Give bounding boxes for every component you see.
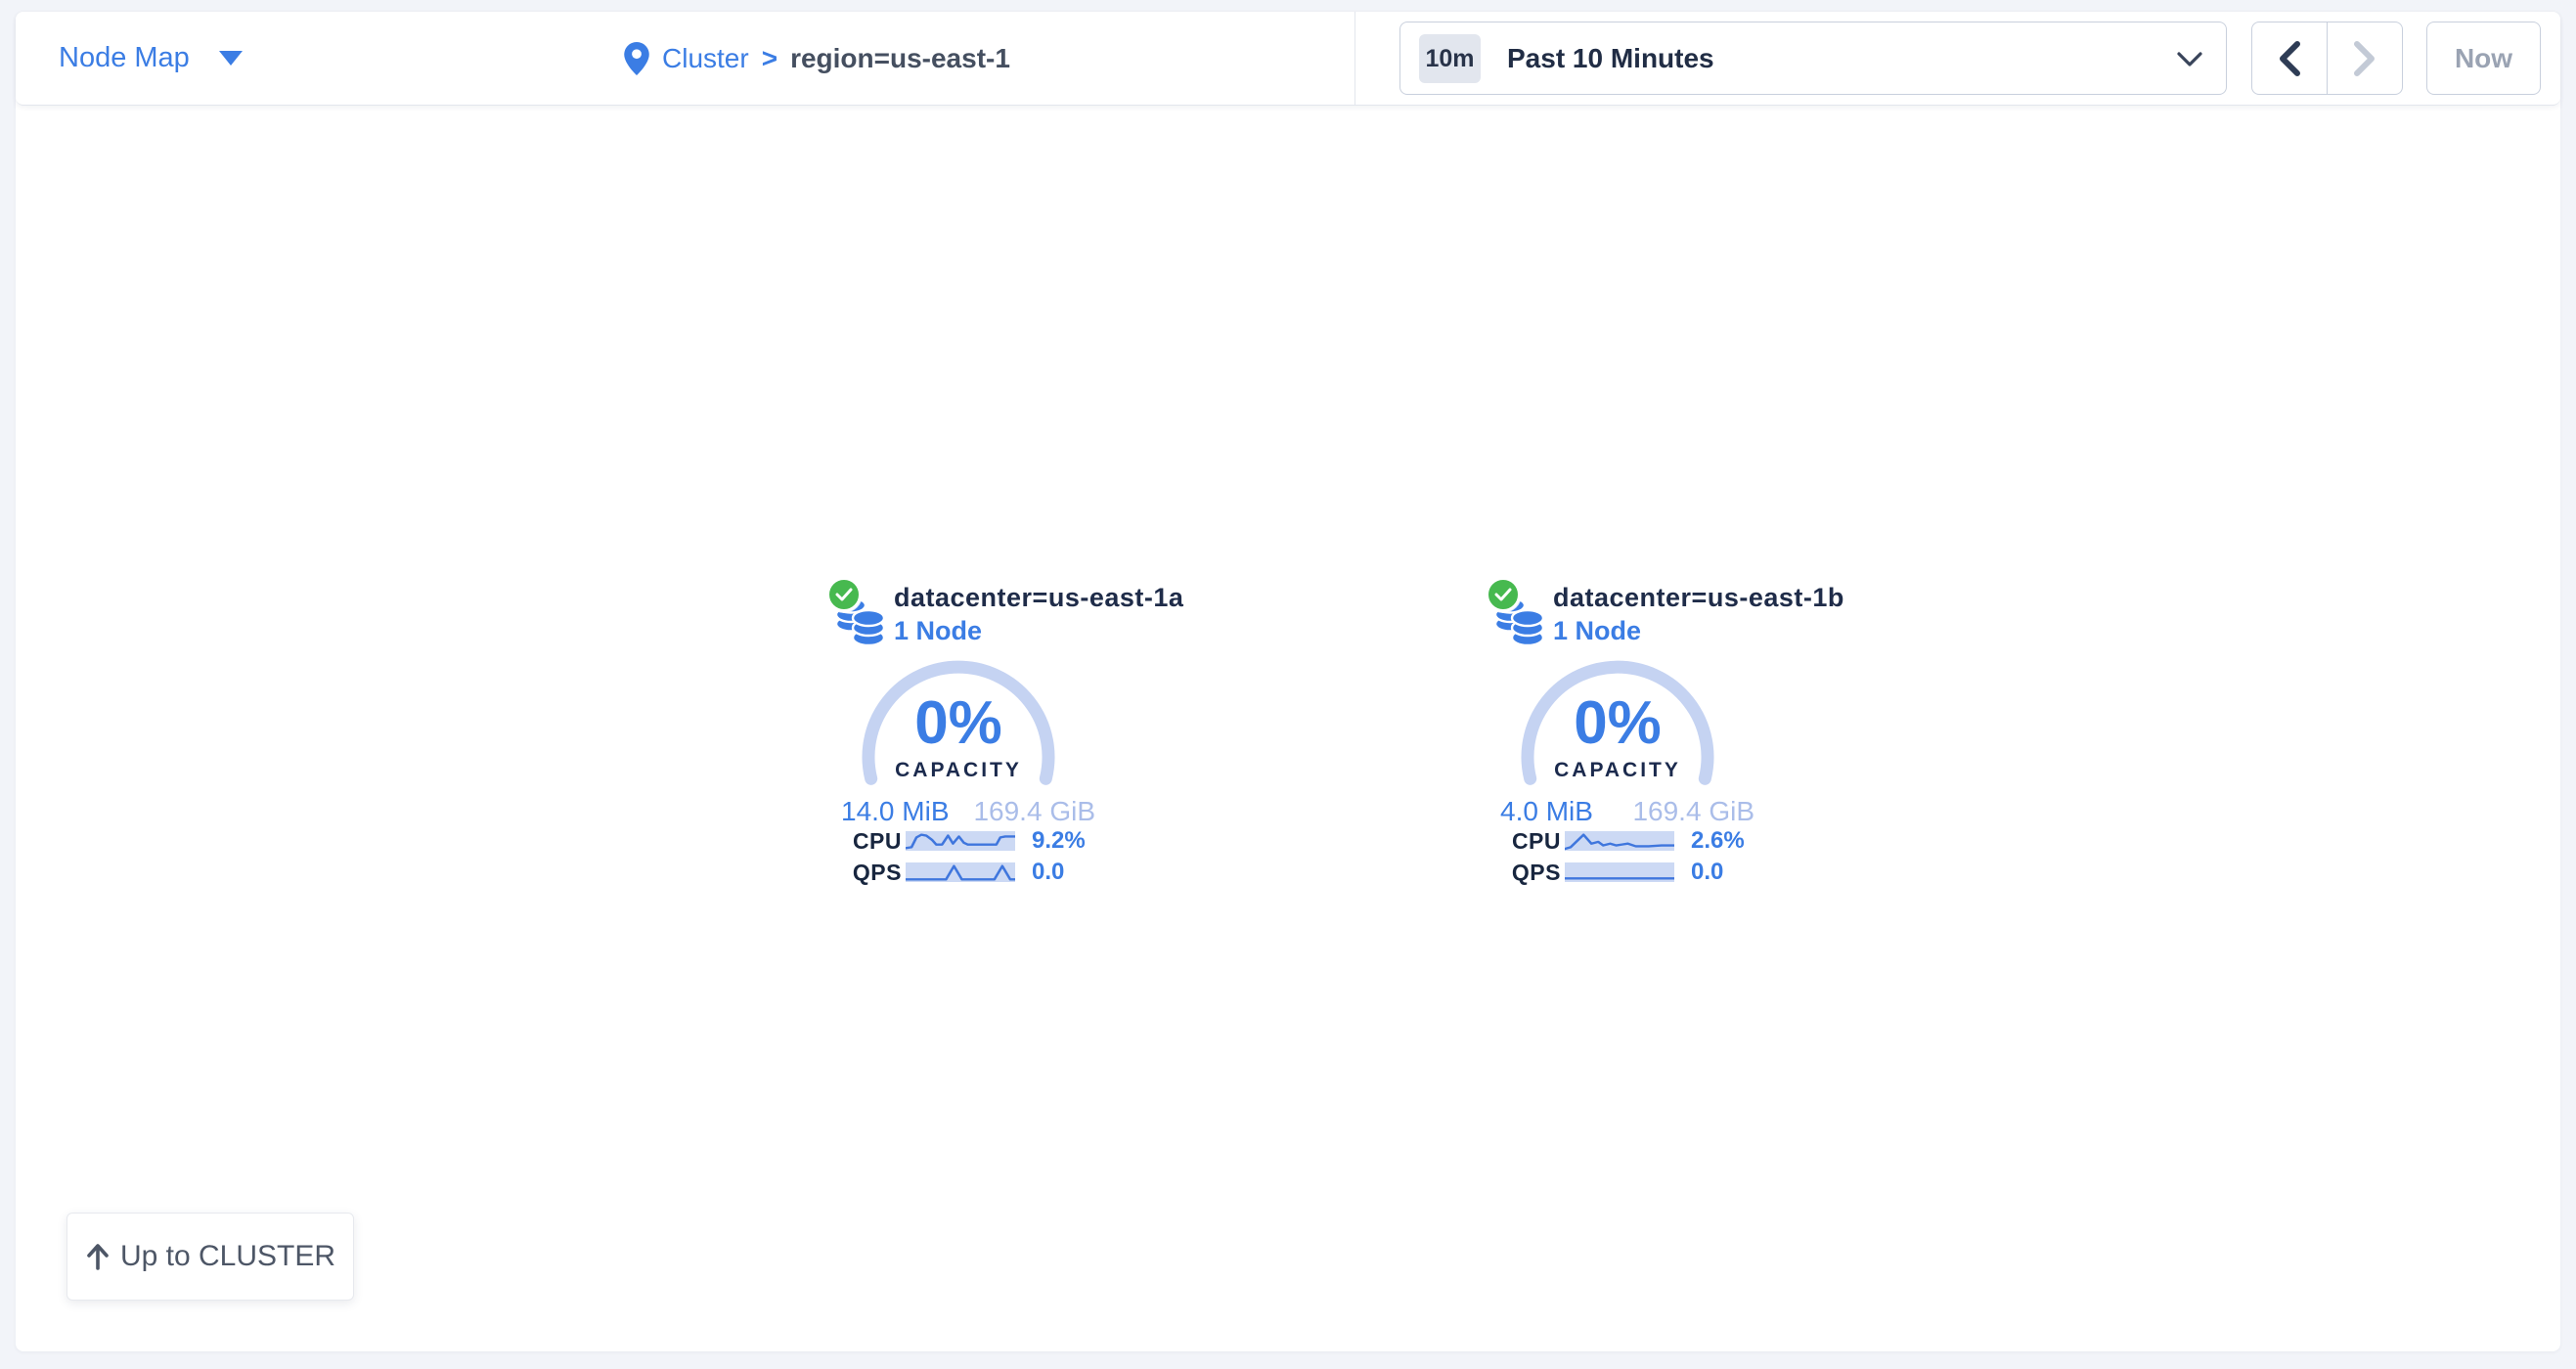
capacity-percent: 0% [1510, 694, 1725, 753]
caret-down-icon [219, 51, 243, 66]
locality-node-count: 1 Node [1553, 616, 1641, 646]
time-range-dropdown[interactable]: 10m Past 10 Minutes [1399, 22, 2227, 95]
locality-node-count: 1 Node [894, 616, 982, 646]
qps-sparkline [1565, 862, 1674, 882]
node-map-canvas [16, 12, 2560, 1351]
capacity-stats: 4.0 MiB 169.4 GiB [1500, 796, 1754, 827]
now-button[interactable]: Now [2426, 22, 2541, 95]
view-selector-dropdown[interactable]: Node Map [59, 12, 243, 105]
top-bar: Node Map Cluster > region=us-east-1 10m … [16, 12, 2560, 106]
time-range-label: Past 10 Minutes [1507, 22, 1714, 94]
locality-card-us-east-1b[interactable]: datacenter=us-east-1b 1 Node 0% CAPACITY… [1484, 575, 1767, 898]
check-circle-icon [826, 577, 862, 612]
locality-title: datacenter=us-east-1b [1553, 583, 1844, 613]
breadcrumb-separator: > [762, 43, 777, 74]
cpu-value: 2.6% [1691, 827, 1745, 855]
cpu-metric-row: CPU 2.6% [1484, 829, 1767, 853]
capacity-used: 4.0 MiB [1500, 796, 1593, 827]
capacity-percent: 0% [851, 694, 1066, 753]
check-circle-icon [1486, 577, 1521, 612]
time-nav-group [2251, 22, 2403, 95]
cpu-sparkline [1565, 831, 1674, 851]
view-selector-label: Node Map [59, 42, 190, 74]
qps-label: QPS [1484, 860, 1561, 886]
breadcrumb-cluster-link[interactable]: Cluster [662, 43, 749, 74]
qps-sparkline [906, 862, 1015, 882]
up-to-cluster-label: Up to CLUSTER [120, 1240, 335, 1273]
time-prev-button[interactable] [2251, 22, 2328, 95]
cpu-sparkline [906, 831, 1015, 851]
capacity-stats: 14.0 MiB 169.4 GiB [841, 796, 1095, 827]
location-pin-icon [624, 42, 649, 75]
capacity-label: CAPACITY [851, 759, 1066, 782]
locality-title: datacenter=us-east-1a [894, 583, 1183, 613]
time-next-button[interactable] [2327, 22, 2403, 95]
cpu-label: CPU [1484, 828, 1561, 855]
capacity-label: CAPACITY [1510, 759, 1725, 782]
qps-metric-row: QPS 0.0 [1484, 861, 1767, 884]
chevron-right-icon [2352, 40, 2377, 77]
up-to-cluster-button[interactable]: Up to CLUSTER [67, 1213, 354, 1301]
cpu-label: CPU [824, 828, 902, 855]
breadcrumb: Cluster > region=us-east-1 [624, 12, 1010, 105]
capacity-total: 169.4 GiB [1632, 796, 1754, 827]
qps-value: 0.0 [1691, 859, 1723, 886]
arrow-up-icon [85, 1242, 111, 1271]
qps-value: 0.0 [1032, 859, 1064, 886]
capacity-used: 14.0 MiB [841, 796, 950, 827]
locality-card-us-east-1a[interactable]: datacenter=us-east-1a 1 Node 0% CAPACITY… [824, 575, 1108, 898]
time-range-badge: 10m [1419, 34, 1481, 83]
breadcrumb-current: region=us-east-1 [790, 43, 1010, 74]
qps-label: QPS [824, 860, 902, 886]
capacity-total: 169.4 GiB [973, 796, 1095, 827]
cpu-metric-row: CPU 9.2% [824, 829, 1108, 853]
chevron-down-icon [2177, 52, 2202, 67]
cpu-value: 9.2% [1032, 827, 1086, 855]
chevron-left-icon [2277, 40, 2302, 77]
qps-metric-row: QPS 0.0 [824, 861, 1108, 884]
